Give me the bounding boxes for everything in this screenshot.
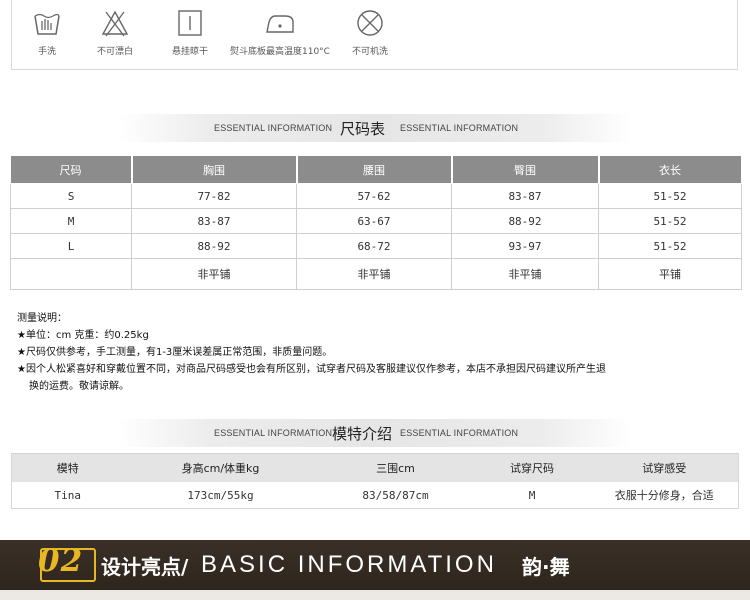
- notes-title: 测量说明：: [17, 313, 67, 324]
- size-header-hip: 臀围: [451, 155, 600, 184]
- line-dry-icon: [178, 10, 202, 36]
- table-row: Tina 173cm/55kg 83/58/87cm M 衣服十分修身，合适: [11, 482, 739, 509]
- model-header-fit-feedback: 试穿感受: [590, 453, 739, 482]
- model-header-height-weight: 身高cm/体重kg: [123, 453, 318, 482]
- size-cell: 非平铺: [451, 258, 599, 290]
- model-table-header: 模特 身高cm/体重kg 三围cm 试穿尺码 试穿感受: [11, 453, 739, 482]
- care-item-line-dry: 悬挂晾干: [172, 8, 208, 57]
- size-section-title: 尺码表: [340, 120, 386, 138]
- size-table-header: 尺码 胸围 腰围 臀围 衣长: [10, 155, 743, 184]
- table-row: M 83-87 63-67 88-92 51-52: [10, 208, 742, 234]
- model-table: 模特 身高cm/体重kg 三围cm 试穿尺码 试穿感受 Tina 173cm/5…: [11, 453, 739, 509]
- size-header-waist: 腰围: [296, 155, 453, 184]
- size-cell: 51-52: [598, 233, 742, 259]
- brand-name: 韵·舞: [522, 555, 570, 579]
- care-label: 熨斗底板最高温度110°C: [230, 47, 330, 57]
- iron-110-icon: [266, 15, 294, 33]
- table-row-measure-note: 非平铺 非平铺 非平铺 平铺: [10, 258, 742, 290]
- care-label: 悬挂晾干: [172, 47, 209, 57]
- size-cell: 68-72: [296, 233, 452, 259]
- notes-line: ★尺码仅供参考，手工测量，有1-3厘米误差属正常范围，非质量问题。: [17, 347, 333, 358]
- measurement-notes: 测量说明： ★单位：cm 克重：约0.25kg ★尺码仅供参考，手工测量，有1-…: [17, 310, 737, 395]
- size-cell: 77-82: [131, 183, 297, 209]
- care-item-hand-wash: 手洗: [32, 8, 62, 57]
- model-section-en-right: ESSENTIAL INFORMATION: [400, 428, 519, 438]
- model-header-measurements: 三围cm: [317, 453, 474, 482]
- size-header-length: 衣长: [598, 155, 743, 184]
- care-instructions-panel: 手洗 不可漂白 悬挂晾干 熨斗底板最高温度110°C 不可机洗: [11, 0, 738, 70]
- model-header-size-worn: 试穿尺码: [473, 453, 591, 482]
- table-row: S 77-82 57-62 83-87 51-52: [10, 183, 742, 209]
- size-cell: 平铺: [598, 258, 742, 290]
- model-cell: M: [473, 482, 591, 509]
- size-section-header: ESSENTIAL INFORMATION 尺码表 ESSENTIAL INFO…: [118, 114, 632, 142]
- size-cell: 51-52: [598, 208, 742, 234]
- care-label: 不可机洗: [352, 47, 389, 57]
- notes-line: ★单位：cm 克重：约0.25kg: [17, 330, 149, 341]
- care-item-no-machine-wash: 不可机洗: [352, 8, 388, 57]
- no-machine-wash-icon: [357, 10, 383, 36]
- care-label: 不可漂白: [97, 47, 134, 57]
- model-cell: 173cm/55kg: [123, 482, 318, 509]
- size-cell: 83-87: [131, 208, 297, 234]
- size-cell: S: [10, 183, 132, 209]
- hand-wash-icon: [34, 13, 60, 35]
- size-section-en-left: ESSENTIAL INFORMATION: [214, 123, 333, 133]
- size-cell: 51-52: [598, 183, 742, 209]
- size-table: 尺码 胸围 腰围 臀围 衣长 S 77-82 57-62 83-87 51-52…: [10, 155, 743, 290]
- notes-line: ★因个人松紧喜好和穿戴位置不同，对商品尺码感受也会有所区别，试穿者尺码及客服建议…: [17, 364, 606, 375]
- size-cell: [10, 258, 132, 290]
- size-cell: L: [10, 233, 132, 259]
- model-cell: 衣服十分修身，合适: [590, 482, 739, 509]
- size-cell: 非平铺: [296, 258, 452, 290]
- section-title-en: BASIC INFORMATION: [201, 551, 497, 578]
- section-title-cn: 设计亮点/: [101, 555, 189, 579]
- size-cell: 63-67: [296, 208, 452, 234]
- model-header-name: 模特: [11, 453, 124, 482]
- size-cell: 83-87: [451, 183, 599, 209]
- care-label: 手洗: [37, 47, 56, 57]
- model-section-en-left: ESSENTIAL INFORMATION: [214, 428, 333, 438]
- size-header-bust: 胸围: [131, 155, 298, 184]
- bottom-divider-strip: [0, 590, 750, 600]
- model-section-title: 模特介绍: [332, 425, 393, 443]
- care-item-iron: 熨斗底板最高温度110°C: [230, 8, 330, 57]
- model-cell: 83/58/87cm: [317, 482, 474, 509]
- table-row: L 88-92 68-72 93-97 51-52: [10, 233, 742, 259]
- size-cell: 57-62: [296, 183, 452, 209]
- model-cell: Tina: [11, 482, 124, 509]
- notes-line-continuation: 换的运费。敬请谅解。: [29, 381, 129, 392]
- size-cell: 93-97: [451, 233, 599, 259]
- section-number: 02: [38, 543, 84, 579]
- size-cell: 非平铺: [131, 258, 297, 290]
- model-section-header: ESSENTIAL INFORMATION 模特介绍 ESSENTIAL INF…: [118, 419, 632, 447]
- size-header-size: 尺码: [10, 155, 133, 184]
- care-item-no-bleach: 不可漂白: [97, 8, 133, 57]
- size-cell: 88-92: [451, 208, 599, 234]
- size-cell: M: [10, 208, 132, 234]
- size-cell: 88-92: [131, 233, 297, 259]
- size-section-en-right: ESSENTIAL INFORMATION: [400, 123, 519, 133]
- no-bleach-icon: [101, 10, 129, 37]
